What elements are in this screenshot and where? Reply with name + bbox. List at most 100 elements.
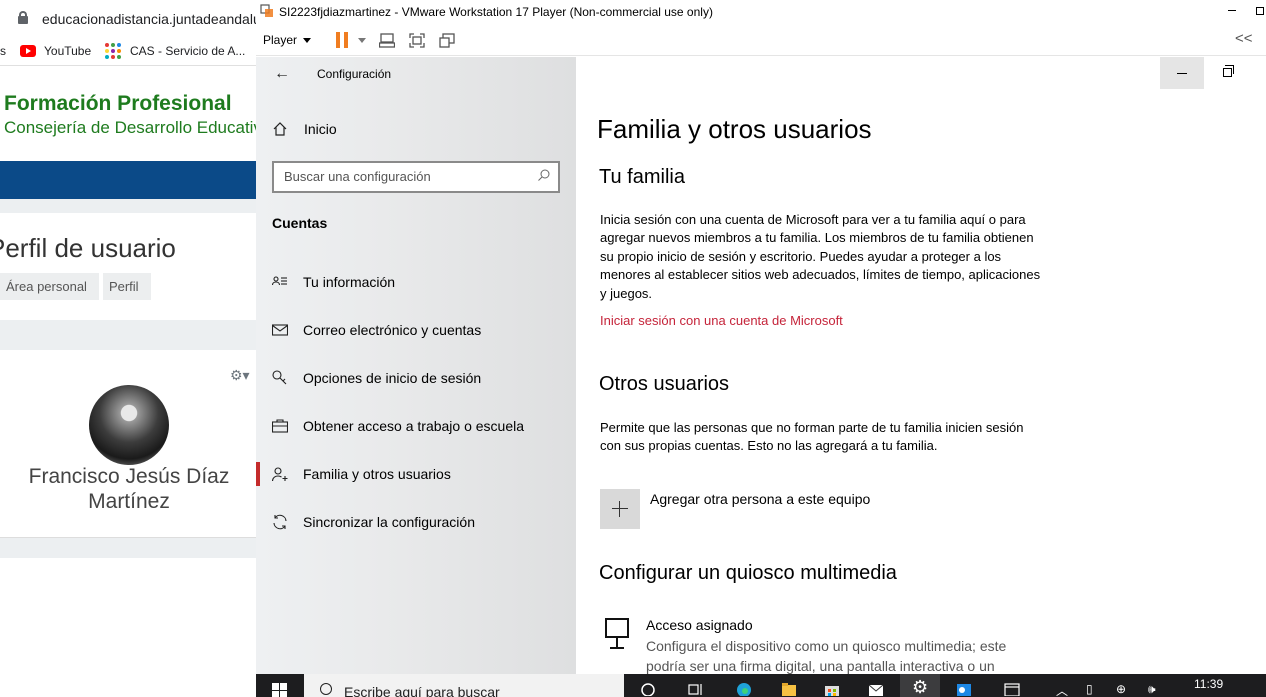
search-icon [320,683,332,695]
family-description: Inicia sesión con una cuenta de Microsof… [600,212,1041,301]
file-explorer-icon[interactable] [769,674,809,697]
vmware-toolbar: Player << [256,25,1266,56]
divider [0,320,256,350]
profile-page-title: Perfil de usuario [0,233,176,263]
vmware-window: SI2223fjdiazmartinez - VMware Workstatio… [256,0,1266,697]
section-heading: Cuentas [272,215,328,231]
pause-icon[interactable] [336,32,348,48]
add-person-button[interactable] [600,489,640,529]
person-add-icon [272,467,288,482]
add-person-label[interactable]: Agregar otra persona a este equipo [650,491,870,507]
network-icon[interactable]: ⊕ [1116,682,1126,696]
youtube-icon [20,45,36,57]
player-menu-label: Player [263,33,298,47]
page-title: Familia y otros usuarios [597,114,872,144]
nav-item-label: Opciones de inicio de sesión [303,370,482,386]
send-ctrl-alt-del-icon[interactable] [379,33,395,48]
home-icon [273,122,287,136]
kiosk-icon [605,618,629,649]
outlook-icon[interactable] [944,674,984,697]
nav-item-label: Sincronizar la configuración [303,514,475,530]
key-icon [272,370,287,385]
taskbar-search[interactable]: Escribe aquí para buscar [304,674,624,697]
volume-icon[interactable]: 🕪 [1148,682,1156,697]
assigned-access-title[interactable]: Acceso asignado [646,617,753,633]
gear-icon[interactable]: ⚙▾ [230,367,250,384]
sync-icon [273,514,287,530]
breadcrumb-profile[interactable]: Perfil [102,273,151,300]
nav-home-label: Inicio [304,121,337,137]
microsoft-signin-link[interactable]: Iniciar sesión con una cuenta de Microso… [600,313,843,328]
user-full-name: Francisco Jesús Díaz Martínez [28,465,230,513]
browser-window: educacionadistancia.juntadeandalucia.es … [0,0,256,697]
nav-item-trabajo-escuela[interactable]: Obtener acceso a trabajo o escuela [256,406,576,446]
settings-app-title: Configuración [317,67,392,81]
chevron-up-icon[interactable]: ︿ [1056,682,1068,697]
collapse-toolbar-icon[interactable]: << [1235,30,1253,47]
search-input[interactable] [284,169,524,184]
taskbar-search-text: Escribe aquí para buscar [344,684,500,697]
site-title: Formación Profesional [4,92,232,115]
chevron-down-icon[interactable] [358,38,366,43]
nav-item-familia[interactable]: Familia y otros usuarios [256,454,576,494]
breadcrumb: Área personal Perfil [0,273,155,300]
vmware-titlebar: SI2223fjdiazmartinez - VMware Workstatio… [256,0,1266,25]
unity-icon[interactable] [439,33,455,48]
person-card-icon [272,276,287,286]
bookmark-youtube[interactable]: YouTube [44,44,91,58]
divider [0,538,256,558]
site-subtitle: Consejería de Desarrollo Educativo [4,118,256,137]
vmware-logo-icon [260,4,273,17]
nav-item-inicio-sesion[interactable]: Opciones de inicio de sesión [256,358,576,398]
active-indicator [256,462,260,486]
bookmark-partial[interactable]: s [0,44,6,58]
store-icon[interactable] [812,674,852,697]
settings-gear-icon[interactable]: ⚙ [900,674,940,697]
back-arrow-icon[interactable]: ← [274,65,290,83]
url-text[interactable]: educacionadistancia.juntadeandalucia.es [42,11,256,27]
settings-content: Familia y otros usuarios Tu familia Inic… [576,57,1266,674]
windows-start-icon[interactable] [272,683,288,697]
nav-item-label: Tu información [303,274,396,290]
bookmark-cas[interactable]: CAS - Servicio de A... [130,44,245,58]
nav-item-sincronizar[interactable]: Sincronizar la configuración [256,502,576,542]
cortana-icon[interactable] [628,674,668,697]
assigned-access-description: Configura el dispositivo como un quiosco… [646,638,1007,674]
mail-icon [272,324,288,336]
nav-item-tu-informacion[interactable]: Tu información [256,262,576,302]
maximize-icon[interactable] [1256,7,1264,15]
restore-icon[interactable] [1223,65,1234,77]
briefcase-icon [272,419,288,433]
player-menu-button[interactable]: Player [263,33,312,47]
mail-icon[interactable] [856,674,896,697]
site-navbar [0,161,256,199]
edge-icon[interactable] [724,674,764,697]
task-view-icon[interactable] [676,674,716,697]
lock-icon [18,11,28,24]
address-bar[interactable]: educacionadistancia.juntadeandalucia.es [0,0,256,38]
avatar [89,385,169,465]
divider [0,199,256,213]
vmware-title: SI2223fjdiazmartinez - VMware Workstatio… [279,5,713,19]
fullscreen-icon[interactable] [409,33,425,48]
usb-icon[interactable]: ▯ [1086,682,1093,696]
kiosk-heading: Configurar un quiosco multimedia [599,562,897,584]
search-icon [538,169,550,181]
nav-home[interactable]: Inicio [272,119,562,141]
cas-icon [105,43,121,59]
nav-item-label: Familia y otros usuarios [303,466,451,482]
settings-search[interactable] [272,161,560,193]
settings-nav: ← Configuración Inicio Cuentas Tu inform… [256,57,576,674]
breadcrumb-home[interactable]: Área personal [0,273,99,300]
others-description: Permite que las personas que no forman p… [600,420,1024,454]
app-window-icon[interactable] [992,674,1032,697]
family-heading: Tu familia [599,166,685,188]
minimize-icon[interactable] [1228,10,1236,11]
nav-item-label: Correo electrónico y cuentas [303,322,482,338]
nav-item-correo[interactable]: Correo electrónico y cuentas [256,310,576,350]
windows-taskbar: Escribe aquí para buscar ⚙ ︿ ▯ ⊕ 🕪 11:39 [256,674,1266,697]
minimize-icon[interactable] [1160,57,1204,89]
taskbar-clock[interactable]: 11:39 [1194,677,1223,691]
others-heading: Otros usuarios [599,373,730,395]
nav-item-label: Obtener acceso a trabajo o escuela [303,418,525,434]
